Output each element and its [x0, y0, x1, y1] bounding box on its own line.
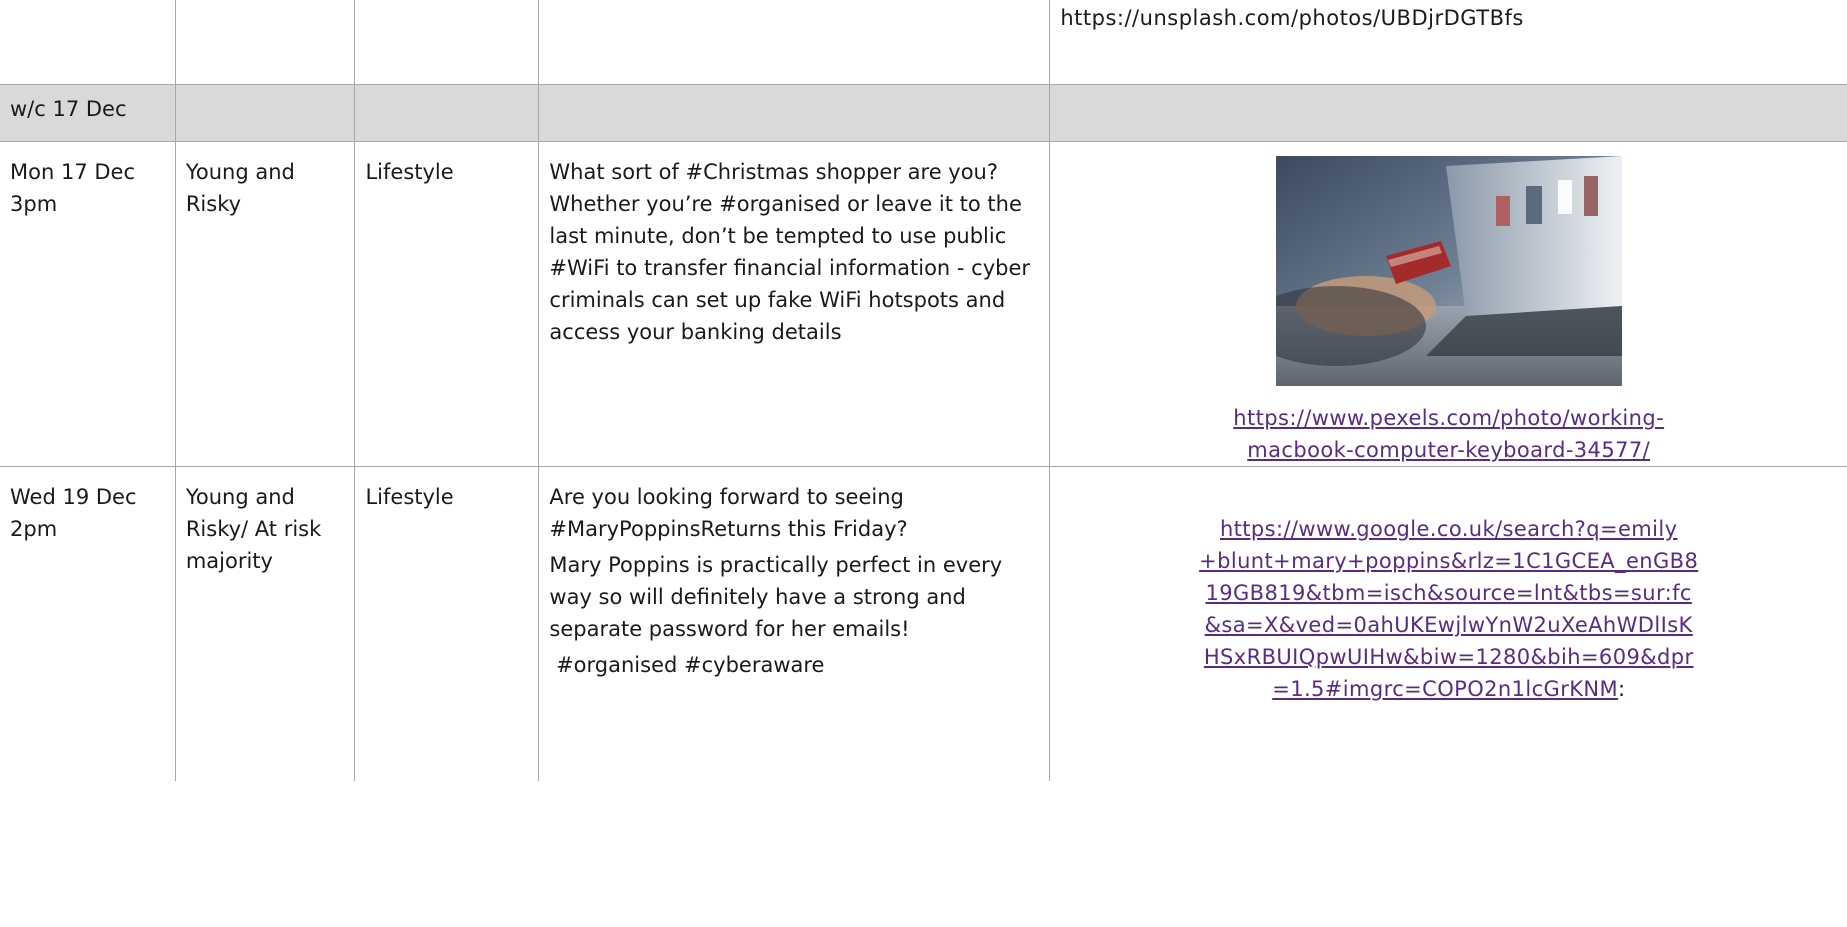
week-empty-cell — [538, 84, 1051, 142]
audience-line: Young and — [185, 485, 295, 509]
week-label-cell: w/c 17 Dec — [0, 84, 176, 142]
week-empty-cell — [174, 84, 356, 142]
image-source-link-line: +blunt+mary+poppins&rlz=1C1GCEA_enGB8 — [1199, 549, 1699, 573]
week-empty-cell — [354, 84, 540, 142]
post-time: 2pm — [10, 517, 58, 541]
image-source-link-line: https://www.pexels.com/photo/working- — [1233, 406, 1665, 430]
week-empty-cell — [1049, 84, 1847, 142]
table-row: https://unsplash.com/photos/UBDjrDGTBfs — [0, 0, 1847, 85]
image-cell: https://www.pexels.com/photo/working- ma… — [1049, 141, 1847, 467]
audience-cell — [174, 0, 356, 85]
theme-text: Lifestyle — [365, 160, 454, 184]
post-copy: What sort of #Christmas shopper are you?… — [549, 160, 1031, 344]
theme-text: Lifestyle — [365, 485, 454, 509]
week-label: w/c 17 Dec — [10, 97, 127, 121]
image-source-link-line: &sa=X&ved=0ahUKEwjlwYnW2uXeAhWDlIsK — [1204, 613, 1693, 637]
link-trailing-colon: : — [1618, 677, 1626, 701]
post-copy: Are you looking forward to seeing #MaryP… — [549, 485, 908, 541]
date-cell: Wed 19 Dec 2pm — [0, 466, 176, 781]
copy-cell: What sort of #Christmas shopper are you?… — [538, 141, 1051, 467]
theme-cell — [354, 0, 540, 85]
image-cell: https://unsplash.com/photos/UBDjrDGTBfs — [1049, 0, 1847, 85]
image-source-link-line: =1.5#imgrc=COPO2n1lcGrKNM — [1272, 677, 1619, 701]
content-calendar-table: https://unsplash.com/photos/UBDjrDGTBfs … — [0, 0, 1847, 781]
date-cell: Mon 17 Dec 3pm — [0, 141, 176, 467]
post-date: Wed 19 Dec — [10, 485, 137, 509]
table-row: Mon 17 Dec 3pm Young and Risky Lifestyle… — [0, 141, 1847, 467]
audience-line: Risky — [185, 192, 242, 216]
post-date: Mon 17 Dec — [10, 160, 135, 184]
audience-cell: Young and Risky — [174, 141, 356, 467]
image-source-link[interactable]: https://www.pexels.com/photo/working- ma… — [1233, 406, 1664, 462]
image-source-link[interactable]: https://www.google.co.uk/search?q=emily … — [1199, 517, 1698, 701]
copy-cell: Are you looking forward to seeing #MaryP… — [538, 466, 1051, 781]
date-cell — [0, 0, 176, 85]
post-hashtags: #organised #cyberaware — [549, 653, 825, 677]
table-row: Wed 19 Dec 2pm Young and Risky/ At risk … — [0, 466, 1847, 781]
audience-cell: Young and Risky/ At risk majority — [174, 466, 356, 781]
image-url-text: https://unsplash.com/photos/UBDjrDGTBfs — [1060, 6, 1524, 30]
audience-line: Risky/ At risk — [185, 517, 322, 541]
post-copy: Mary Poppins is practically perfect in e… — [549, 553, 1003, 641]
image-source-link-line: 19GB819&tbm=isch&source=lnt&tbs=sur:fc — [1205, 581, 1692, 605]
theme-cell: Lifestyle — [354, 466, 540, 781]
image-source-link-line: https://www.google.co.uk/search?q=emily — [1219, 517, 1678, 541]
laptop-credit-card-photo — [1275, 156, 1622, 386]
theme-cell: Lifestyle — [354, 141, 540, 467]
copy-cell — [538, 0, 1051, 85]
post-time: 3pm — [10, 192, 58, 216]
audience-line: majority — [185, 549, 273, 573]
audience-line: Young and — [185, 160, 295, 184]
image-source-link-line: macbook-computer-keyboard-34577/ — [1247, 438, 1651, 462]
image-source-link-line: HSxRBUIQpwUIHw&biw=1280&bih=609&dpr — [1203, 645, 1694, 669]
image-cell: https://www.google.co.uk/search?q=emily … — [1049, 466, 1847, 781]
week-header-row: w/c 17 Dec — [0, 84, 1847, 142]
